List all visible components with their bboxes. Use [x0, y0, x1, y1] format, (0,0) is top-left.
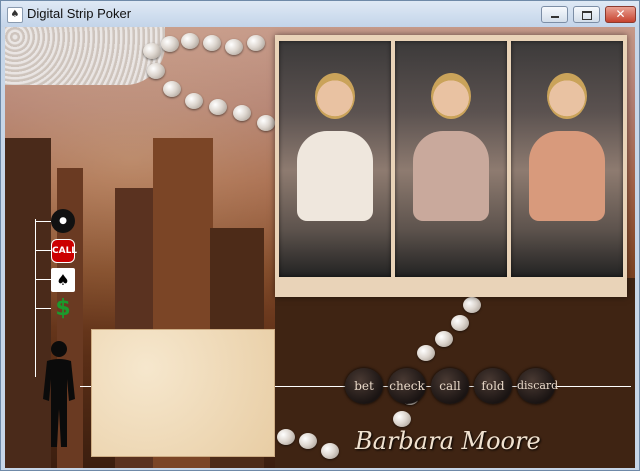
pearl-decoration — [417, 345, 435, 361]
pearl-decoration — [277, 429, 295, 445]
pearl-decoration — [435, 331, 453, 347]
close-button[interactable]: ✕ — [605, 6, 636, 23]
opponent-name: Barbara Moore — [355, 427, 541, 455]
pearl-decoration — [463, 297, 481, 313]
fold-button[interactable]: fold — [474, 368, 512, 404]
title-bar[interactable]: ♠ Digital Strip Poker ✕ — [1, 1, 639, 27]
pearl-decoration — [257, 115, 275, 131]
opponent-photo-frame — [275, 35, 627, 297]
rail-tick — [35, 250, 51, 251]
maximize-button[interactable] — [573, 6, 600, 23]
pearl-decoration — [321, 443, 339, 459]
cards-icon[interactable]: ♠ — [51, 268, 75, 292]
pearl-decoration — [161, 36, 179, 52]
app-window: ♠ Digital Strip Poker ✕ ● CALL ♠ $ bet c… — [0, 0, 640, 471]
action-rail — [35, 219, 36, 377]
bet-button[interactable]: bet — [345, 368, 383, 404]
player-silhouette-icon — [43, 341, 75, 447]
pearl-decoration — [247, 35, 265, 51]
pearl-decoration — [225, 39, 243, 55]
rail-tick — [35, 308, 51, 309]
rail-tick — [35, 279, 51, 280]
pot-icon[interactable]: ● — [51, 209, 75, 233]
minimize-button[interactable] — [541, 6, 568, 23]
game-area: ● CALL ♠ $ bet check call fold discard B… — [5, 27, 635, 468]
pearl-decoration — [181, 33, 199, 49]
rail-tick — [35, 221, 51, 222]
pearl-decoration — [203, 35, 221, 51]
pearl-decoration — [209, 99, 227, 115]
window-title: Digital Strip Poker — [27, 6, 132, 21]
pearl-decoration — [163, 81, 181, 97]
pearl-decoration — [393, 411, 411, 427]
pearl-decoration — [147, 63, 165, 79]
money-icon[interactable]: $ — [51, 297, 75, 321]
pearl-decoration — [143, 43, 161, 59]
pearl-decoration — [233, 105, 251, 121]
pearl-decoration — [299, 433, 317, 449]
lace-decoration — [5, 27, 165, 85]
discard-button[interactable]: discard — [517, 368, 558, 404]
opponent-photo — [279, 41, 391, 277]
opponent-photo — [511, 41, 623, 277]
pearl-decoration — [185, 93, 203, 109]
message-panel — [91, 329, 275, 457]
opponent-photo — [395, 41, 507, 277]
check-button[interactable]: check — [388, 368, 426, 404]
call-icon[interactable]: CALL — [51, 239, 77, 263]
pearl-decoration — [451, 315, 469, 331]
call-button[interactable]: call — [431, 368, 469, 404]
app-icon: ♠ — [7, 7, 23, 23]
